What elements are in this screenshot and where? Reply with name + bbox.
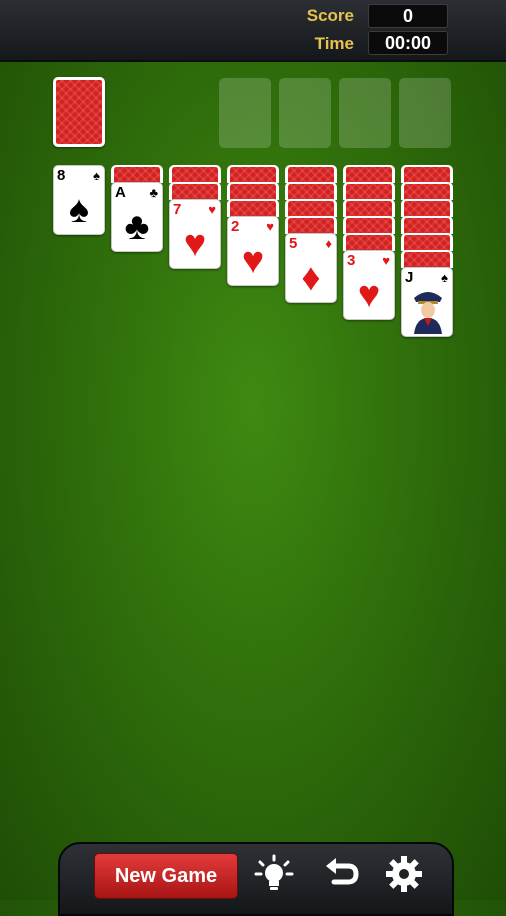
card-rank: J: [405, 269, 414, 286]
heart-icon: ♥: [382, 253, 390, 268]
club-icon: ♣: [149, 185, 158, 200]
heart-icon: ♥: [208, 202, 216, 217]
facedown-card: [401, 233, 453, 251]
card-jack-spades[interactable]: J ♠: [401, 267, 453, 337]
lightbulb-icon[interactable]: [254, 854, 294, 894]
diamond-icon: ♦: [325, 236, 332, 251]
facedown-card: [285, 199, 337, 217]
jack-portrait-icon: [414, 292, 442, 334]
card-2-hearts[interactable]: 2 ♥ ♥: [227, 216, 279, 286]
gear-icon[interactable]: [384, 854, 424, 894]
facedown-card: [111, 165, 163, 183]
facedown-card: [343, 233, 395, 251]
facedown-card: [169, 165, 221, 183]
stock-pile[interactable]: [53, 77, 105, 147]
card-rank: 2: [231, 218, 240, 235]
undo-icon[interactable]: [322, 854, 362, 894]
time-label: Time: [314, 34, 354, 53]
new-game-button[interactable]: New Game: [94, 853, 238, 899]
score-value: 0: [368, 4, 448, 28]
spade-icon: ♠: [441, 270, 448, 285]
facedown-card: [343, 182, 395, 200]
heart-icon: ♥: [241, 240, 265, 282]
facedown-card: [227, 165, 279, 183]
facedown-card: [285, 165, 337, 183]
foundation-slot-4[interactable]: [399, 78, 451, 148]
facedown-card: [227, 182, 279, 200]
facedown-card: [401, 216, 453, 234]
card-rank: A: [115, 184, 126, 201]
foundation-slot-1[interactable]: [219, 78, 271, 148]
facedown-card: [343, 216, 395, 234]
card-7-hearts[interactable]: 7 ♥ ♥: [169, 199, 221, 269]
card-rank: 8: [57, 167, 66, 184]
facedown-card: [343, 199, 395, 217]
foundation-slot-3[interactable]: [339, 78, 391, 148]
facedown-card: [169, 182, 221, 200]
facedown-card: [343, 165, 395, 183]
card-rank: 7: [173, 201, 182, 218]
foundation-slot-2[interactable]: [279, 78, 331, 148]
facedown-card: [285, 182, 337, 200]
card-3-hearts[interactable]: 3 ♥ ♥: [343, 250, 395, 320]
diamond-icon: ♦: [301, 257, 321, 299]
facedown-card: [401, 250, 453, 268]
card-rank: 3: [347, 252, 356, 269]
card-ace-clubs[interactable]: A ♣ ♣: [111, 182, 163, 252]
facedown-card: [285, 216, 337, 234]
heart-icon: ♥: [183, 223, 207, 265]
club-icon: ♣: [124, 206, 150, 248]
spade-icon: ♠: [68, 189, 90, 231]
top-bar: Score 0 Time 00:00: [0, 0, 506, 62]
facedown-card: [401, 182, 453, 200]
card-8-spades[interactable]: 8 ♠ ♠: [53, 165, 105, 235]
time-value: 00:00: [368, 31, 448, 55]
bottom-toolbar: New Game: [58, 842, 454, 916]
spade-icon: ♠: [93, 168, 100, 183]
score-label: Score: [306, 6, 354, 25]
facedown-card: [401, 199, 453, 217]
facedown-card: [227, 199, 279, 217]
card-rank: 5: [289, 235, 298, 252]
facedown-card: [401, 165, 453, 183]
card-5-diamonds[interactable]: 5 ♦ ♦: [285, 233, 337, 303]
heart-icon: ♥: [357, 274, 381, 316]
heart-icon: ♥: [266, 219, 274, 234]
